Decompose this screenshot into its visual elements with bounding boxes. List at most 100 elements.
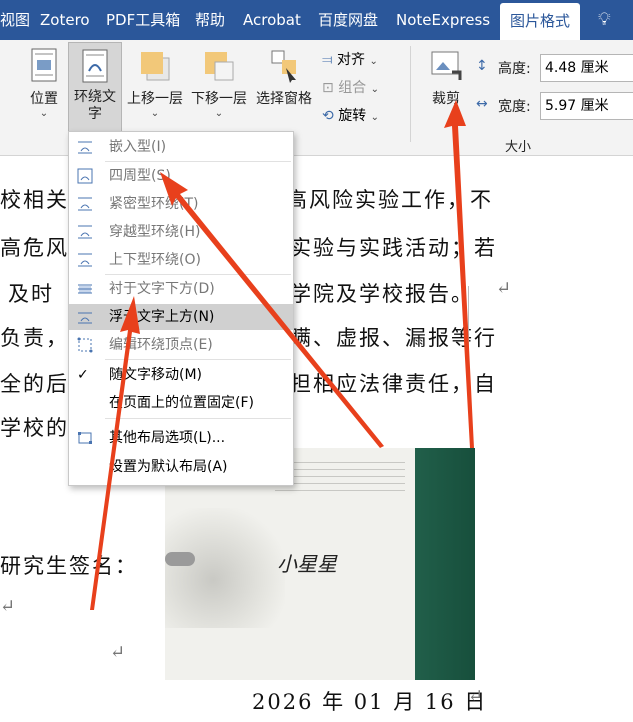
menu-item-fix-position[interactable]: 在页面上的位置固定(F) xyxy=(69,390,293,416)
menu-item-in-front-of-text[interactable]: 浮于文字上方(N) xyxy=(69,304,293,330)
rotate-button[interactable]: ⟲ 旋转 ⌄ xyxy=(322,102,402,130)
crop-label: 裁剪 xyxy=(432,91,460,107)
menu-item-label: 四周型(S) xyxy=(109,168,171,184)
paragraph-mark-icon: ↵ xyxy=(110,642,128,663)
ribbon-divider xyxy=(410,46,411,142)
height-icon: ↕ xyxy=(476,58,488,74)
behind-text-icon xyxy=(78,284,92,294)
photo-text-lines xyxy=(275,456,405,496)
menu-item-label: 随文字移动(M) xyxy=(109,367,203,383)
menu-separator xyxy=(105,274,291,275)
tab-noteexpress[interactable]: NoteExpress xyxy=(396,0,490,40)
send-backward-icon xyxy=(205,52,234,81)
crop-icon xyxy=(431,51,462,80)
doc-line-6-left: 学校的 xyxy=(0,416,69,440)
menu-item-label: 在页面上的位置固定(F) xyxy=(109,395,254,411)
menu-item-through[interactable]: 穿越型环绕(H) xyxy=(69,219,293,245)
signature-label: 研究生签名： xyxy=(0,554,138,578)
tab-zotero[interactable]: Zotero xyxy=(40,0,90,40)
paragraph-mark-icon: ↵ xyxy=(496,278,514,299)
width-icon: ↔ xyxy=(476,96,488,112)
menu-item-top-bottom[interactable]: 上下型环绕(O) xyxy=(69,247,293,273)
height-row: ↕ 高度: 4.48 厘米 xyxy=(476,54,633,82)
layout-options-icon xyxy=(78,432,92,444)
menu-item-set-default[interactable]: 设置为默认布局(A) xyxy=(69,454,293,480)
align-icon: ⫤ xyxy=(322,52,333,68)
tab-help[interactable]: 帮助 xyxy=(195,0,225,40)
selection-pane-icon xyxy=(271,50,296,83)
align-button[interactable]: ⫤ 对齐 ⌄ xyxy=(322,46,402,74)
chevron-down-icon: ⌄ xyxy=(150,108,160,119)
menu-item-label: 衬于文字下方(D) xyxy=(109,281,215,297)
tab-acrobat[interactable]: Acrobat xyxy=(243,0,301,40)
menu-item-behind-text[interactable]: 衬于文字下方(D) xyxy=(69,276,293,302)
tab-pdf-toolbox[interactable]: PDF工具箱 xyxy=(106,0,180,40)
handwritten-signature: 小星星 xyxy=(277,552,337,576)
menu-separator xyxy=(105,161,291,162)
menu-item-label: 编辑环绕顶点(E) xyxy=(109,337,213,353)
photo-clip xyxy=(165,552,195,566)
bring-forward-icon xyxy=(141,52,170,81)
wrap-text-label-1: 环绕文 xyxy=(74,89,116,105)
checkmark-icon: ✓ xyxy=(77,367,89,383)
wrap-text-menu: 嵌入型(I) 四周型(S) 紧密型环绕(T) 穿越型环绕(H) 上下型环绕(O)… xyxy=(68,131,294,486)
menu-item-more-layout-options[interactable]: 其他布局选项(L)... xyxy=(69,425,293,451)
wrap-text-button[interactable]: 环绕文 字 xyxy=(68,42,122,132)
photo-shadow xyxy=(165,508,285,628)
paragraph-mark-icon: ↵ xyxy=(468,686,486,707)
width-label: 宽度: xyxy=(498,99,531,115)
rotate-label: 旋转 xyxy=(338,108,367,124)
date-line: 2026 年 01 月 16 日 xyxy=(252,690,488,714)
width-row: ↔ 宽度: 5.97 厘米 xyxy=(476,92,633,120)
cursor-line xyxy=(468,286,469,406)
height-label: 高度: xyxy=(498,61,531,77)
top-bottom-wrap-icon xyxy=(78,253,92,267)
menu-item-label: 上下型环绕(O) xyxy=(109,252,201,268)
height-field[interactable]: 4.48 厘米 xyxy=(540,54,633,82)
position-button[interactable]: 位置 ⌄ xyxy=(24,48,64,119)
menu-item-label: 其他布局选项(L)... xyxy=(109,430,226,446)
tab-baidu-netdisk[interactable]: 百度网盘 xyxy=(318,0,378,40)
tab-view[interactable]: 视图 xyxy=(0,0,30,40)
menu-separator xyxy=(105,418,291,419)
crop-button[interactable]: 裁剪 xyxy=(424,48,468,108)
group-button[interactable]: ⊡ 组合 ⌄ xyxy=(322,74,402,102)
align-label: 对齐 xyxy=(337,52,366,68)
menu-item-inline[interactable]: 嵌入型(I) xyxy=(69,134,293,160)
selection-pane-button[interactable]: 选择窗格 xyxy=(252,48,316,108)
wrap-text-icon xyxy=(82,49,108,83)
bring-forward-button[interactable]: 上移一层 ⌄ xyxy=(124,48,186,119)
chevron-down-icon: ⌄ xyxy=(214,108,224,119)
doc-line-3-right: 学院及学校报告。 xyxy=(290,282,474,306)
square-wrap-icon xyxy=(77,168,93,184)
doc-line-3-left: 及时 xyxy=(8,282,54,306)
chevron-down-icon: ⌄ xyxy=(39,108,49,119)
width-field[interactable]: 5.97 厘米 xyxy=(540,92,633,120)
menu-item-label: 紧密型环绕(T) xyxy=(109,196,199,212)
doc-line-5-right: 担相应法律责任，自 xyxy=(290,372,497,396)
menu-item-label: 嵌入型(I) xyxy=(109,139,167,155)
lightbulb-icon[interactable]: 💡︎ xyxy=(598,0,611,40)
send-backward-button[interactable]: 下移一层 ⌄ xyxy=(188,48,250,119)
photo-green-background xyxy=(415,448,475,680)
position-icon xyxy=(31,48,57,82)
doc-line-5-left: 全的后 xyxy=(0,372,69,396)
menu-item-edit-wrap-points[interactable]: 编辑环绕顶点(E) xyxy=(69,332,293,358)
tab-picture-format[interactable]: 图片格式 xyxy=(500,3,581,40)
inline-wrap-icon xyxy=(78,141,92,154)
doc-line-4-right: 瞒、虚报、漏报等行 xyxy=(290,326,497,350)
menu-item-move-with-text[interactable]: ✓ 随文字移动(M) xyxy=(69,362,293,388)
tight-wrap-icon xyxy=(78,197,92,211)
ribbon-tab-bar: 视图 Zotero PDF工具箱 帮助 Acrobat 百度网盘 NoteExp… xyxy=(0,0,633,40)
menu-item-tight[interactable]: 紧密型环绕(T) xyxy=(69,191,293,217)
wrap-text-label-2: 字 xyxy=(88,106,102,122)
doc-line-2-right: 实验与实践活动；若 xyxy=(290,236,497,260)
rotate-icon: ⟲ xyxy=(322,108,334,124)
position-label: 位置 xyxy=(30,91,58,107)
through-wrap-icon xyxy=(78,225,92,239)
menu-item-label: 设置为默认布局(A) xyxy=(109,459,228,475)
selection-pane-label: 选择窗格 xyxy=(256,91,312,107)
menu-item-square[interactable]: 四周型(S) xyxy=(69,163,293,189)
menu-item-label: 浮于文字上方(N) xyxy=(109,309,215,325)
edit-wrap-points-icon xyxy=(77,337,93,353)
